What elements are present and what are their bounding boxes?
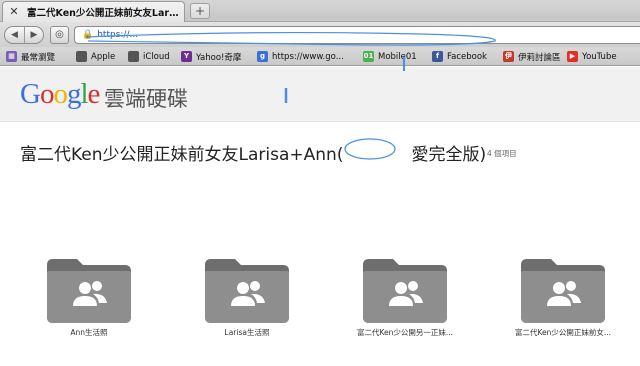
youtube-icon: ▶ <box>567 51 578 62</box>
bookmark-label: Apple <box>91 51 116 62</box>
back-button[interactable]: ◀ <box>5 27 24 43</box>
bookmark-item[interactable]: 伊伊莉討論區 <box>503 49 561 64</box>
bookmark-label: iCloud <box>143 51 170 62</box>
bookmark-label: YouTube <box>582 51 617 62</box>
browser-tab[interactable]: ✕ 富二代Ken少公開正妹前女友Larisa… <box>2 1 185 22</box>
item-count: 4 個項目 <box>487 149 517 158</box>
site-info-button[interactable]: ◎ <box>50 26 69 44</box>
logo-letter: o <box>53 78 67 110</box>
address-bar[interactable]: 🔒 https://... <box>74 26 640 44</box>
drive-header: Google 雲端硬碟 <box>0 67 640 122</box>
url-text[interactable]: https://... <box>97 30 138 40</box>
folder-item[interactable]: Ann生活照 <box>22 259 162 349</box>
logo-letter: l <box>80 78 88 110</box>
bookmark-item[interactable]: ▶ YouTube <box>567 49 617 64</box>
logo-letter: o <box>39 78 54 110</box>
shared-folder-icon <box>205 259 289 323</box>
apple-icon <box>128 51 139 62</box>
drive-page: Google 雲端硬碟 富二代Ken少公開正妹前女友Larisa+Ann( 愛完… <box>0 67 640 366</box>
browser-window: ✕ 富二代Ken少公開正妹前女友Larisa… + ◀ ▶ ◎ 🔒 https:… <box>0 0 640 366</box>
eyny-icon: 伊 <box>503 51 514 62</box>
forward-button[interactable]: ▶ <box>23 27 43 43</box>
shared-folder-icon <box>363 259 447 323</box>
google-logo[interactable]: Google <box>20 78 101 111</box>
product-name: 雲端硬碟 <box>104 87 188 111</box>
facebook-icon: f <box>432 51 443 62</box>
bookmark-label: Mobile01 <box>378 51 417 62</box>
new-tab-button[interactable]: + <box>190 3 210 19</box>
bookmark-label: 伊莉討論區 <box>518 52 561 63</box>
toolbar: ◀ ▶ ◎ 🔒 https://... <box>0 22 640 47</box>
folder-name: Ann生活照 <box>70 328 108 337</box>
google-icon: g <box>257 51 268 62</box>
shared-folder-icon <box>521 259 605 323</box>
bookmark-item[interactable]: f Facebook <box>432 49 487 64</box>
folder-item[interactable]: Larisa生活照 <box>180 259 320 349</box>
mobile01-icon: 01 <box>363 51 374 62</box>
folder-title: 富二代Ken少公開正妹前女友Larisa+Ann( 愛完全版) <box>20 145 487 165</box>
bookmark-item[interactable]: iCloud <box>128 49 170 64</box>
tab-strip: ✕ 富二代Ken少公開正妹前女友Larisa… + <box>0 0 640 22</box>
bookmark-label: Facebook <box>447 51 487 62</box>
nav-buttons: ◀ ▶ <box>4 26 44 44</box>
logo-letter: e <box>87 78 101 110</box>
bookmark-item[interactable]: ▦ 最常瀏覽 <box>6 49 55 64</box>
most-visited-icon: ▦ <box>6 51 17 62</box>
logo-letter: G <box>20 78 41 110</box>
logo-letter: g <box>66 78 81 110</box>
tab-title: 富二代Ken少公開正妹前女友Larisa… <box>27 8 179 19</box>
bookmark-item[interactable]: Y Yahoo!奇摩 <box>181 49 241 64</box>
bookmark-item[interactable]: Apple <box>76 49 115 64</box>
folder-name: 富二代Ken少公開正妹前女... <box>514 328 612 337</box>
apple-icon <box>76 51 87 62</box>
lock-icon: 🔒 <box>82 30 94 40</box>
folder-item[interactable]: 富二代Ken少公開正妹前女... <box>496 259 636 349</box>
folder-item[interactable]: 富二代Ken少公開另一正妹... <box>338 259 478 349</box>
yahoo-icon: Y <box>181 51 192 62</box>
bookmark-item[interactable]: g https://www.go... <box>257 49 344 64</box>
bookmarks-bar: ▦ 最常瀏覽 Apple iCloud Y Yahoo!奇摩 g https://www.go… <box>0 47 640 66</box>
bookmark-label: 最常瀏覽 <box>21 52 56 63</box>
folder-name: Larisa生活照 <box>224 328 270 337</box>
close-tab-icon[interactable]: ✕ <box>7 5 21 19</box>
bookmark-label: Yahoo!奇摩 <box>196 52 242 63</box>
bookmark-item[interactable]: 01 Mobile01 <box>363 49 417 64</box>
bookmark-label: https://www.go... <box>272 51 344 62</box>
shared-folder-icon <box>47 259 131 323</box>
folder-name: 富二代Ken少公開另一正妹... <box>356 328 454 337</box>
